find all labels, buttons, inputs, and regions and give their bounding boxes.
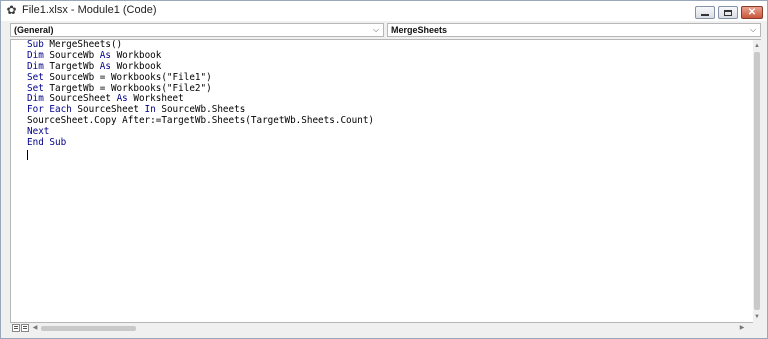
code-token: SourceSheet.Copy After:=TargetWb.Sheets(… — [27, 115, 375, 127]
code-keyword: For Each — [27, 104, 72, 116]
code-editor[interactable]: Sub MergeSheets() Dim SourceWb As Workboo… — [10, 39, 761, 323]
code-line[interactable]: End Sub — [27, 137, 374, 149]
code-token: SourceSheet — [71, 104, 145, 116]
code-keyword: Set — [27, 82, 44, 94]
object-dropdown-value: (General) — [14, 25, 54, 35]
code-token: TargetWb = Workbooks("File2") — [43, 82, 212, 94]
code-keyword: In — [144, 104, 156, 116]
scroll-right-icon[interactable]: ▶ — [738, 324, 746, 333]
scroll-down-icon[interactable]: ▼ — [753, 313, 761, 321]
code-keyword: As — [99, 60, 111, 72]
vertical-scroll-thumb[interactable] — [754, 52, 760, 310]
minimize-button[interactable] — [695, 6, 715, 19]
vba-module-icon[interactable]: ✿ — [5, 4, 18, 17]
code-token: SourceWb.Sheets — [155, 104, 246, 116]
code-keyword: Set — [27, 71, 44, 83]
code-token: SourceWb = Workbooks("File1") — [43, 71, 212, 83]
close-button[interactable]: ✕ — [741, 6, 763, 19]
code-token: MergeSheets() — [43, 39, 123, 50]
code-keyword: As — [116, 93, 128, 105]
code-token: Workbook — [110, 49, 162, 61]
procedure-view-icon — [14, 326, 18, 327]
code-token: Workbook — [110, 60, 162, 72]
vba-code-window: ✿ File1.xlsx - Module1 (Code) ✕ (General… — [0, 0, 768, 339]
horizontal-scrollbar[interactable]: ◀ ▶ — [31, 324, 746, 333]
code-token: Worksheet — [127, 93, 184, 105]
code-line[interactable]: SourceSheet.Copy After:=TargetWb.Sheets(… — [27, 115, 375, 127]
code-keyword: As — [99, 49, 111, 61]
code-token: SourceSheet — [43, 93, 117, 105]
code-line[interactable]: Next — [27, 126, 374, 138]
editor-status-bar: ◀ ▶ — [10, 323, 761, 334]
minimize-icon — [701, 14, 709, 16]
window-title: File1.xlsx - Module1 (Code) — [22, 4, 157, 16]
full-module-view-icon — [23, 326, 27, 327]
code-token: TargetWb — [43, 60, 100, 72]
code-keyword: Next — [27, 126, 50, 138]
close-icon: ✕ — [747, 6, 757, 18]
code-token: SourceWb — [43, 49, 100, 61]
maximize-button[interactable] — [718, 6, 738, 19]
maximize-icon — [724, 9, 732, 16]
scroll-left-icon[interactable]: ◀ — [31, 324, 39, 333]
title-bar[interactable]: ✿ File1.xlsx - Module1 (Code) ✕ — [1, 1, 767, 21]
vertical-scrollbar[interactable]: ▲ ▼ — [753, 40, 761, 323]
procedure-dropdown-value: MergeSheets — [391, 25, 448, 35]
object-dropdown[interactable]: (General) ⌵ — [10, 23, 384, 37]
code-keyword: Dim — [27, 49, 44, 61]
full-module-view-button[interactable] — [21, 324, 29, 332]
code-keyword: Dim — [27, 60, 44, 72]
chevron-down-icon[interactable]: ⌵ — [371, 25, 381, 35]
code-keyword: Sub — [27, 39, 44, 50]
horizontal-scroll-thumb[interactable] — [41, 326, 136, 331]
chevron-down-icon[interactable]: ⌵ — [748, 25, 758, 35]
text-caret — [27, 150, 28, 160]
scroll-up-icon[interactable]: ▲ — [753, 42, 761, 50]
code-text[interactable]: Sub MergeSheets() Dim SourceWb As Workboo… — [27, 40, 374, 149]
code-keyword: Dim — [27, 93, 44, 105]
procedure-view-button[interactable] — [12, 324, 20, 332]
code-keyword: End Sub — [27, 137, 67, 149]
procedure-dropdown[interactable]: MergeSheets ⌵ — [387, 23, 761, 37]
